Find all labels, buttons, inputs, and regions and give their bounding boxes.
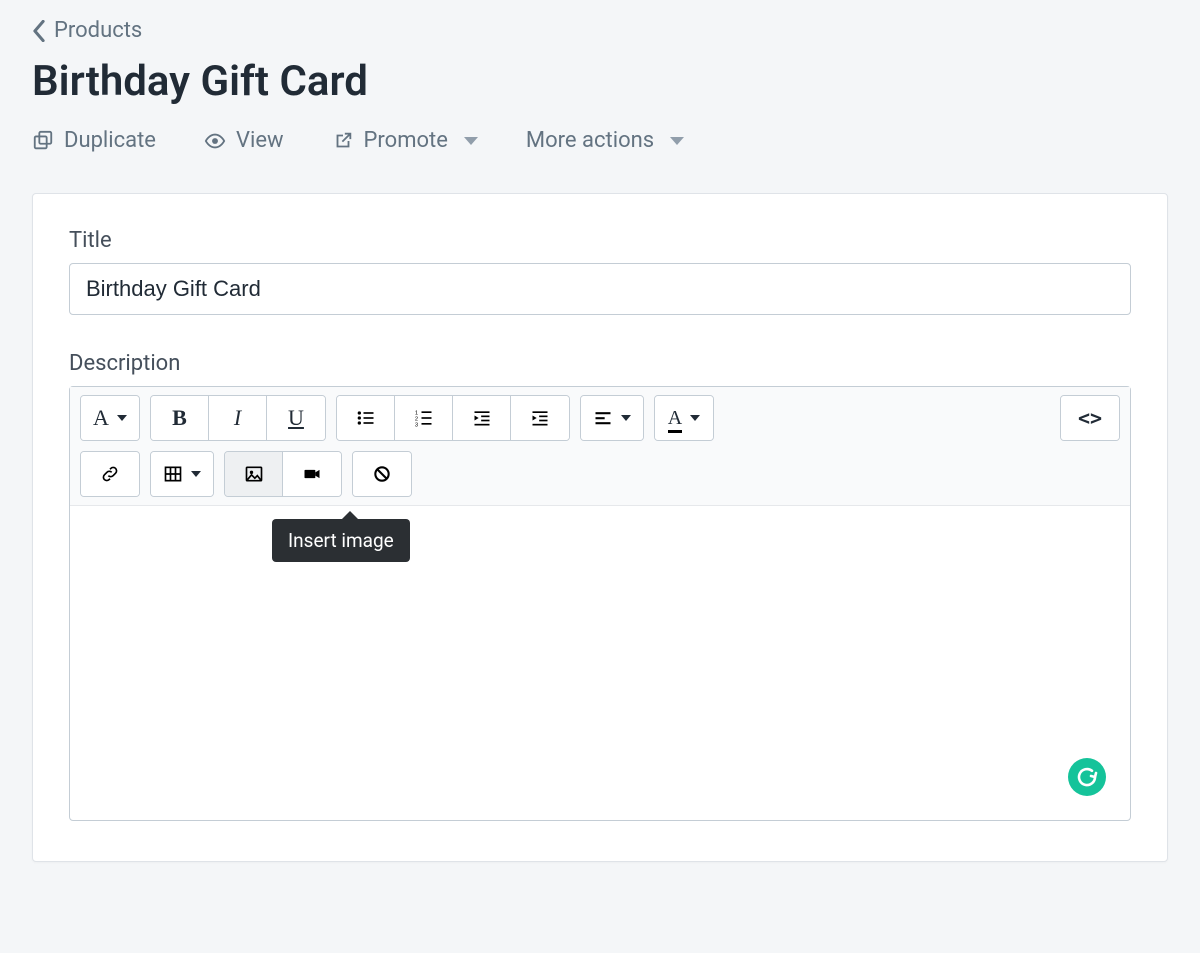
chevron-left-icon — [32, 20, 46, 42]
underline-button[interactable]: U — [267, 396, 325, 440]
title-input[interactable] — [69, 263, 1131, 315]
format-glyph: A — [93, 405, 109, 431]
insert-image-button[interactable] — [225, 452, 283, 496]
promote-label: Promote — [364, 128, 448, 153]
breadcrumb-label: Products — [54, 18, 142, 43]
duplicate-icon — [32, 130, 54, 152]
grammarly-icon — [1075, 765, 1099, 789]
promote-button[interactable]: Promote — [332, 128, 478, 153]
align-dropdown[interactable] — [581, 396, 643, 440]
description-label: Description — [69, 351, 1131, 376]
table-icon — [163, 464, 183, 484]
link-group — [80, 451, 140, 497]
code-group: <> — [1060, 395, 1120, 441]
color-group: A — [654, 395, 714, 441]
outdent-button[interactable] — [453, 396, 511, 440]
view-button[interactable]: View — [204, 128, 284, 153]
editor-toolbar: A B I U — [70, 387, 1130, 506]
product-form-card: Title Description A B I — [32, 193, 1168, 862]
code-glyph: <> — [1078, 406, 1102, 430]
indent-button[interactable] — [511, 396, 569, 440]
action-row: Duplicate View Promote More actions — [32, 128, 1168, 153]
bullet-list-icon — [356, 408, 376, 428]
chevron-down-icon — [464, 137, 478, 145]
eye-icon — [204, 130, 226, 152]
table-dropdown[interactable] — [151, 452, 213, 496]
link-icon — [100, 464, 120, 484]
breadcrumb-products[interactable]: Products — [32, 18, 142, 43]
text-style-group: B I U — [150, 395, 326, 441]
table-group — [150, 451, 214, 497]
align-group — [580, 395, 644, 441]
list-group: 123 — [336, 395, 570, 441]
more-actions-button[interactable]: More actions — [526, 128, 684, 153]
video-icon — [302, 464, 322, 484]
view-label: View — [236, 128, 284, 153]
grammarly-badge[interactable] — [1068, 758, 1106, 796]
more-actions-label: More actions — [526, 128, 654, 153]
format-dropdown[interactable]: A — [81, 396, 139, 440]
numbered-list-icon: 123 — [414, 408, 434, 428]
numbered-list-button[interactable]: 123 — [395, 396, 453, 440]
external-link-icon — [332, 130, 354, 152]
duplicate-button[interactable]: Duplicate — [32, 128, 156, 153]
clear-formatting-button[interactable] — [353, 452, 411, 496]
chevron-down-icon — [117, 415, 127, 421]
align-left-icon — [593, 408, 613, 428]
italic-button[interactable]: I — [209, 396, 267, 440]
chevron-down-icon — [621, 415, 631, 421]
editor-content-area[interactable] — [70, 506, 1130, 820]
outdent-icon — [472, 408, 492, 428]
bullet-list-button[interactable] — [337, 396, 395, 440]
insert-video-button[interactable] — [283, 452, 341, 496]
clear-group — [352, 451, 412, 497]
chevron-down-icon — [670, 137, 684, 145]
bold-button[interactable]: B — [151, 396, 209, 440]
page-title: Birthday Gift Card — [32, 57, 1168, 106]
title-label: Title — [69, 228, 1131, 253]
duplicate-label: Duplicate — [64, 128, 156, 153]
chevron-down-icon — [191, 471, 201, 477]
link-button[interactable] — [81, 452, 139, 496]
title-field-block: Title — [69, 228, 1131, 315]
image-icon — [244, 464, 264, 484]
rich-text-editor: A B I U — [69, 386, 1131, 821]
description-field-block: Description A B I U — [69, 351, 1131, 821]
code-view-button[interactable]: <> — [1061, 396, 1119, 440]
ban-icon — [372, 464, 392, 484]
media-group — [224, 451, 342, 497]
format-group: A — [80, 395, 140, 441]
chevron-down-icon — [690, 415, 700, 421]
indent-icon — [530, 408, 550, 428]
svg-text:3: 3 — [414, 422, 417, 428]
text-color-dropdown[interactable]: A — [655, 396, 713, 440]
